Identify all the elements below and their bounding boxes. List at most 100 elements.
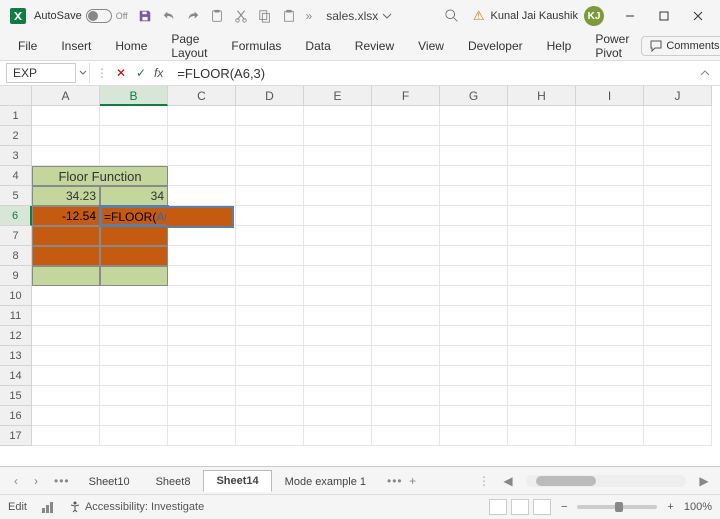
row-header-15[interactable]: 15	[0, 386, 32, 406]
menu-page-layout[interactable]: Page Layout	[159, 28, 219, 64]
view-page-layout-button[interactable]	[511, 499, 529, 515]
menu-developer[interactable]: Developer	[456, 35, 535, 57]
name-box[interactable]: EXP	[6, 63, 76, 83]
row-header-10[interactable]: 10	[0, 286, 32, 306]
row-header-1[interactable]: 1	[0, 106, 32, 126]
copy-icon[interactable]	[258, 9, 272, 23]
autosave-state: Off	[116, 11, 128, 21]
accessibility-status[interactable]: Accessibility: Investigate	[69, 501, 204, 513]
column-header-j[interactable]: J	[644, 86, 712, 106]
cell-a7[interactable]	[32, 226, 100, 246]
menu-data[interactable]: Data	[293, 35, 342, 57]
column-header-b[interactable]: B	[100, 86, 168, 106]
stats-icon[interactable]	[41, 500, 55, 514]
menu-formulas[interactable]: Formulas	[219, 35, 293, 57]
enter-formula-button[interactable]: ✓	[134, 66, 148, 80]
menu-view[interactable]: View	[406, 35, 456, 57]
clipboard-icon[interactable]	[210, 9, 224, 23]
menu-home[interactable]: Home	[103, 35, 159, 57]
row-header-11[interactable]: 11	[0, 306, 32, 326]
formula-input[interactable]	[169, 62, 696, 84]
cell-b5[interactable]: 34	[100, 186, 168, 206]
filename-dropdown[interactable]: sales.xlsx	[326, 9, 392, 23]
redo-icon[interactable]	[186, 9, 200, 23]
column-header-d[interactable]: D	[236, 86, 304, 106]
cell-a9[interactable]	[32, 266, 100, 286]
sheet-tab-sheet10[interactable]: Sheet10	[76, 471, 143, 492]
scrollbar-thumb[interactable]	[536, 476, 596, 486]
expand-formula-bar-button[interactable]	[696, 68, 714, 78]
tab-overflow-right[interactable]: •••	[387, 474, 403, 488]
row-header-17[interactable]: 17	[0, 426, 32, 446]
row-header-16[interactable]: 16	[0, 406, 32, 426]
row-header-8[interactable]: 8	[0, 246, 32, 266]
column-header-f[interactable]: F	[372, 86, 440, 106]
fx-label[interactable]: fx	[154, 66, 163, 80]
sheet-tab-sheet8[interactable]: Sheet8	[143, 471, 204, 492]
cell-b8[interactable]	[100, 246, 168, 266]
cancel-formula-button[interactable]: ✕	[114, 66, 128, 80]
zoom-in-button[interactable]: +	[667, 501, 673, 513]
zoom-level[interactable]: 100%	[684, 501, 712, 513]
sheet-tab-sheet14[interactable]: Sheet14	[203, 470, 271, 492]
menu-file[interactable]: File	[6, 35, 49, 57]
row-header-13[interactable]: 13	[0, 346, 32, 366]
cut-icon[interactable]	[234, 9, 248, 23]
view-page-break-button[interactable]	[533, 499, 551, 515]
menu-insert[interactable]: Insert	[49, 35, 103, 57]
qat-overflow-icon[interactable]: »	[306, 9, 313, 23]
paste-icon[interactable]	[282, 9, 296, 23]
row-header-14[interactable]: 14	[0, 366, 32, 386]
column-header-h[interactable]: H	[508, 86, 576, 106]
cell-a8[interactable]	[32, 246, 100, 266]
scroll-right-button[interactable]: ▶	[696, 473, 712, 489]
column-header-a[interactable]: A	[32, 86, 100, 106]
menu-help[interactable]: Help	[535, 35, 584, 57]
zoom-out-button[interactable]: −	[561, 501, 567, 513]
column-header-e[interactable]: E	[304, 86, 372, 106]
cell-b7[interactable]	[100, 226, 168, 246]
toggle-switch-icon[interactable]	[86, 9, 112, 23]
view-normal-button[interactable]	[489, 499, 507, 515]
zoom-slider[interactable]	[577, 505, 657, 509]
horizontal-scrollbar[interactable]	[526, 475, 686, 487]
merged-header-cell[interactable]: Floor Function	[32, 166, 168, 186]
tab-nav-next[interactable]: ›	[28, 473, 44, 489]
minimize-button[interactable]	[614, 5, 646, 27]
row-header-6[interactable]: 6	[0, 206, 32, 226]
new-sheet-button[interactable]: +	[405, 473, 421, 489]
cell-a5[interactable]: 34.23	[32, 186, 100, 206]
row-header-3[interactable]: 3	[0, 146, 32, 166]
user-account[interactable]: ⚠ Kunal Jai Kaushik KJ	[473, 6, 604, 26]
column-header-i[interactable]: I	[576, 86, 644, 106]
row-header-2[interactable]: 2	[0, 126, 32, 146]
search-icon[interactable]	[445, 9, 459, 23]
comments-button[interactable]: Comments	[641, 36, 720, 56]
row-header-7[interactable]: 7	[0, 226, 32, 246]
column-header-g[interactable]: G	[440, 86, 508, 106]
spreadsheet-grid[interactable]: ABCDEFGHIJ 1234567891011121314151617 Flo…	[0, 86, 720, 466]
save-icon[interactable]	[138, 9, 152, 23]
tab-overflow-left[interactable]: •••	[54, 474, 70, 488]
name-box-dropdown[interactable]	[76, 63, 90, 83]
row-header-4[interactable]: 4	[0, 166, 32, 186]
maximize-button[interactable]	[648, 5, 680, 27]
row-header-9[interactable]: 9	[0, 266, 32, 286]
cell-a6[interactable]: -12.54	[32, 206, 100, 226]
zoom-slider-thumb[interactable]	[615, 502, 623, 512]
scroll-left-button[interactable]: ◀	[500, 473, 516, 489]
cell-b6-editing[interactable]: =FLOOR(A6,3)	[100, 206, 168, 226]
cell-b9[interactable]	[100, 266, 168, 286]
select-all-button[interactable]	[0, 86, 32, 106]
row-header-12[interactable]: 12	[0, 326, 32, 346]
menu-power-pivot[interactable]: Power Pivot	[583, 28, 641, 64]
sheet-tab-mode-example-1[interactable]: Mode example 1	[272, 471, 379, 492]
undo-icon[interactable]	[162, 9, 176, 23]
row-header-5[interactable]: 5	[0, 186, 32, 206]
close-button[interactable]	[682, 5, 714, 27]
autosave-toggle[interactable]: AutoSave Off	[34, 9, 128, 23]
tab-nav-prev[interactable]: ‹	[8, 473, 24, 489]
menu-review[interactable]: Review	[343, 35, 406, 57]
column-header-c[interactable]: C	[168, 86, 236, 106]
accessibility-icon	[69, 501, 81, 513]
